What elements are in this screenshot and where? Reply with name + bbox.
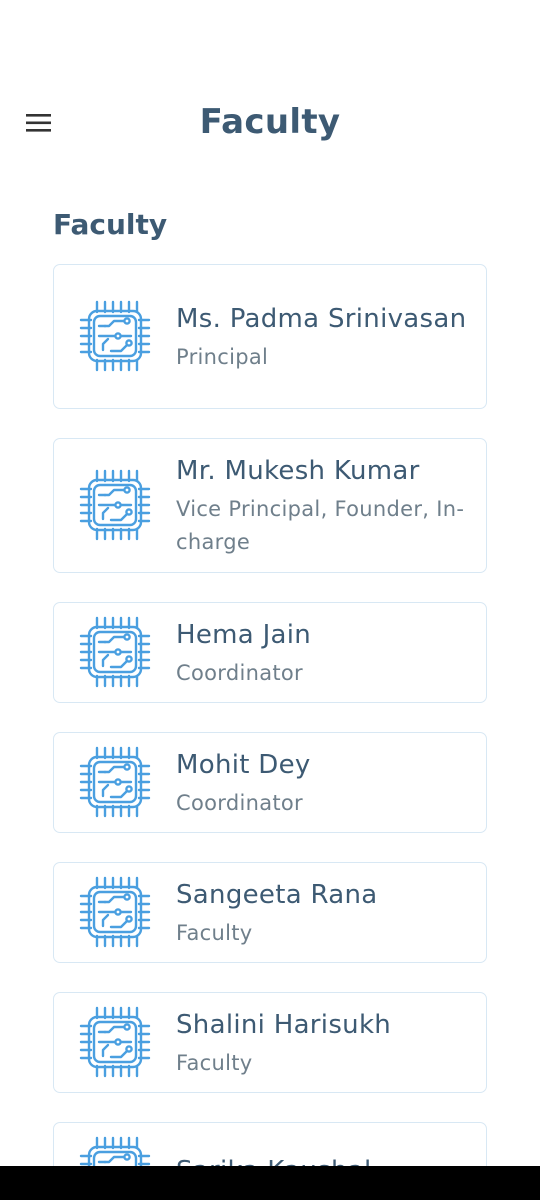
circuit-chip-icon (74, 295, 156, 377)
faculty-screen: Faculty Faculty Ms. Padma Srinivasan Pri… (0, 0, 540, 1200)
faculty-name: Ms. Padma Srinivasan (176, 303, 467, 334)
faculty-name: Hema Jain (176, 619, 312, 650)
circuit-chip-icon (74, 871, 156, 953)
faculty-card[interactable]: Ms. Padma Srinivasan Principal (53, 264, 487, 409)
faculty-role: Coordinator (176, 790, 303, 815)
faculty-list: Ms. Padma Srinivasan Principal Mr. Mukes… (53, 264, 487, 1200)
faculty-name: Mr. Mukesh Kumar (176, 456, 420, 486)
system-navigation-bar (0, 1166, 540, 1200)
faculty-card[interactable]: Hema Jain Coordinator (53, 602, 487, 703)
circuit-chip-icon (74, 611, 156, 693)
faculty-role: Coordinator (176, 660, 303, 685)
faculty-card[interactable]: Shalini Harisukh Faculty (53, 992, 487, 1093)
faculty-card[interactable]: Mr. Mukesh Kumar Vice Principal, Founder… (53, 438, 487, 573)
faculty-role: Faculty (176, 1050, 253, 1075)
faculty-role: Vice Principal, Founder, In-charge (176, 497, 465, 554)
faculty-name: Shalini Harisukh (176, 1009, 392, 1040)
circuit-chip-icon (74, 741, 156, 823)
faculty-role: Principal (176, 344, 269, 369)
circuit-chip-icon (74, 1001, 156, 1083)
faculty-role: Faculty (176, 920, 253, 945)
section-title: Faculty (53, 208, 168, 241)
app-bar: Faculty (0, 88, 540, 158)
faculty-card[interactable]: Mohit Dey Coordinator (53, 732, 487, 833)
circuit-chip-icon (74, 464, 156, 546)
faculty-name: Mohit Dey (176, 749, 311, 780)
page-title: Faculty (199, 102, 341, 142)
faculty-name: Sangeeta Rana (176, 879, 378, 910)
faculty-card[interactable]: Sangeeta Rana Faculty (53, 862, 487, 963)
